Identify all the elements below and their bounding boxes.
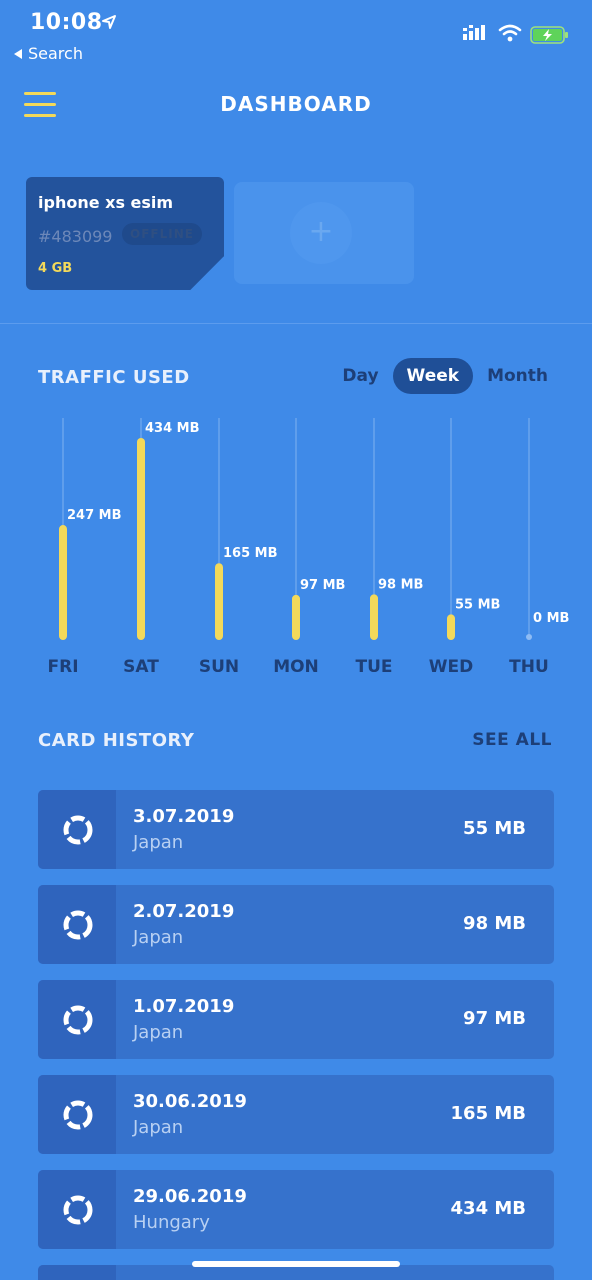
history-country: Japan xyxy=(133,927,184,948)
history-icon-wrap xyxy=(38,1265,116,1280)
history-icon-wrap xyxy=(38,1170,116,1249)
chart-bar-wed xyxy=(447,614,455,640)
history-item[interactable]: 1.07.2019 Japan 97 MB xyxy=(38,980,554,1059)
donut-progress-icon xyxy=(63,1195,93,1225)
history-item[interactable]: 3.07.2019 Japan 55 MB xyxy=(38,790,554,869)
donut-progress-icon xyxy=(63,815,93,845)
history-country: Japan xyxy=(133,1022,184,1043)
history-date: 1.07.2019 xyxy=(133,996,235,1017)
history-date: 2.07.2019 xyxy=(133,901,235,922)
history-item-partial[interactable] xyxy=(38,1265,554,1280)
wifi-icon xyxy=(498,24,522,42)
history-date: 30.06.2019 xyxy=(133,1091,247,1112)
history-amount: 55 MB xyxy=(463,818,526,839)
chart-category-label: FRI xyxy=(47,657,78,677)
chart-bar-sun xyxy=(215,563,223,640)
history-item[interactable]: 2.07.2019 Japan 98 MB xyxy=(38,885,554,964)
chart-category-label: THU xyxy=(509,657,549,677)
chart-value-label: 0 MB xyxy=(533,611,569,626)
back-arrow-icon xyxy=(14,48,22,59)
donut-progress-icon xyxy=(63,1100,93,1130)
history-icon-wrap xyxy=(38,1075,116,1154)
plus-icon: + xyxy=(308,214,334,249)
traffic-chart: 247 MB FRI 434 MB SAT 165 MB SUN 97 MB MON 98 MB… xyxy=(47,418,569,677)
chart-category-label: SUN xyxy=(199,657,239,677)
chart-category-label: TUE xyxy=(355,657,392,677)
chart-value-label: 55 MB xyxy=(455,597,500,612)
donut-progress-icon xyxy=(63,910,93,940)
history-amount: 98 MB xyxy=(463,913,526,934)
history-country: Japan xyxy=(133,1117,184,1138)
history-item[interactable]: 30.06.2019 Japan 165 MB xyxy=(38,1075,554,1154)
chart-bar-mon xyxy=(292,594,300,640)
chart-bar-fri xyxy=(59,525,67,640)
see-all-link[interactable]: SEE ALL xyxy=(472,730,552,750)
card-history-title: CARD HISTORY xyxy=(38,730,195,751)
chart-bar-thu xyxy=(526,634,532,640)
chart-category-label: WED xyxy=(429,657,473,677)
history-icon-wrap xyxy=(38,980,116,1059)
history-date: 3.07.2019 xyxy=(133,806,235,827)
range-tabs: Day Week Month xyxy=(328,358,562,394)
sim-card-data: 4 GB xyxy=(38,261,73,276)
cellular-signal-icon xyxy=(463,25,485,40)
history-date: 29.06.2019 xyxy=(133,1186,247,1207)
chart-bar-sat xyxy=(137,438,145,640)
chart-value-label: 98 MB xyxy=(378,577,423,592)
donut-progress-icon xyxy=(63,1005,93,1035)
section-divider xyxy=(0,323,592,324)
chart-value-label: 165 MB xyxy=(223,546,278,561)
chart-category-label: SAT xyxy=(123,657,159,677)
tab-day[interactable]: Day xyxy=(328,358,392,394)
location-arrow-icon xyxy=(102,15,116,29)
history-country: Japan xyxy=(133,832,184,853)
page-title: DASHBOARD xyxy=(220,92,372,116)
history-icon-wrap xyxy=(38,885,116,964)
history-country: Hungary xyxy=(133,1212,210,1233)
traffic-title: TRAFFIC USED xyxy=(38,367,190,388)
status-time: 10:08 xyxy=(30,10,103,35)
chart-value-label: 434 MB xyxy=(145,421,200,436)
chart-value-label: 247 MB xyxy=(67,508,122,523)
sim-card-name: iphone xs esim xyxy=(38,193,174,212)
history-amount: 165 MB xyxy=(450,1103,526,1124)
history-icon-wrap xyxy=(38,790,116,869)
history-amount: 434 MB xyxy=(450,1198,526,1219)
sim-card[interactable]: iphone xs esim #483099 OFFLINE 4 GB xyxy=(26,177,224,290)
battery-charging-icon xyxy=(530,26,568,44)
sim-status-badge: OFFLINE xyxy=(122,223,202,245)
chart-bar-tue xyxy=(370,594,378,640)
add-card-button[interactable]: + xyxy=(234,182,414,284)
sim-card-id: #483099 xyxy=(38,227,113,246)
tab-month[interactable]: Month xyxy=(473,358,562,394)
add-card-circle: + xyxy=(290,202,352,264)
home-indicator[interactable] xyxy=(192,1261,400,1267)
history-list: 3.07.2019 Japan 55 MB 2.07.2019 Japan 98… xyxy=(38,790,554,1280)
back-to-search-link[interactable]: Search xyxy=(14,44,83,63)
history-item[interactable]: 29.06.2019 Hungary 434 MB xyxy=(38,1170,554,1249)
history-amount: 97 MB xyxy=(463,1008,526,1029)
back-label: Search xyxy=(28,44,83,63)
tab-week[interactable]: Week xyxy=(392,358,474,394)
chart-category-label: MON xyxy=(273,657,319,677)
chart-value-label: 97 MB xyxy=(300,578,345,593)
status-bar: 10:08 Search xyxy=(0,0,592,70)
